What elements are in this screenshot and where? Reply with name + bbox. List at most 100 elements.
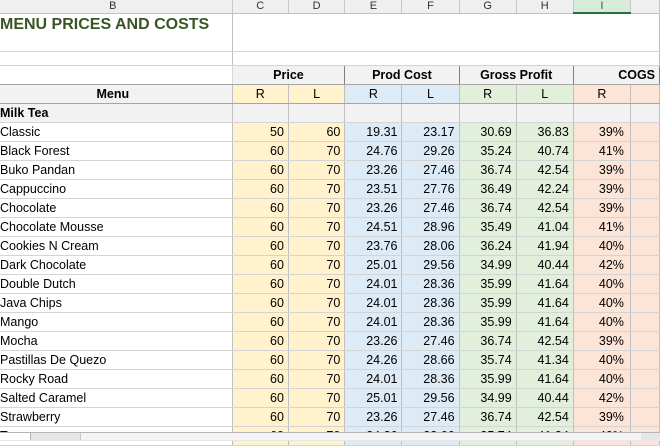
cogs-l-header[interactable] [630,84,660,104]
cost-l-cell[interactable]: 23.17 [401,122,460,142]
price-l-cell[interactable]: 70 [288,293,346,313]
gp-l-cell[interactable]: 42.54 [516,160,574,180]
gp-r-cell[interactable]: 36.74 [459,198,517,218]
column-header-h[interactable]: H [516,0,574,14]
menu-item-name-cell[interactable]: Black Forest [0,141,233,161]
cogs-r-cell[interactable]: 40% [573,369,631,389]
cost-r-cell[interactable]: 23.26 [344,198,403,218]
cogs-r-cell[interactable]: 39% [573,331,631,351]
menu-item-name-cell[interactable]: Double Dutch [0,274,233,294]
menu-item-name-cell[interactable]: Classic [0,122,233,142]
menu-item-name-cell[interactable]: Cappuccino [0,179,233,199]
price-l-header[interactable]: L [288,84,346,104]
cost-l-cell[interactable]: 27.46 [401,198,460,218]
cogs-l-cell[interactable] [630,198,660,218]
price-r-cell[interactable]: 60 [232,350,289,370]
cogs-l-cell[interactable] [630,312,660,332]
gp-r-cell[interactable]: 35.99 [459,369,517,389]
cost-l-cell[interactable]: 28.66 [401,350,460,370]
price-r-cell[interactable]: 60 [232,236,289,256]
gp-r-cell[interactable]: 35.49 [459,217,517,237]
gp-r-cell[interactable]: 35.99 [459,312,517,332]
cogs-l-cell[interactable] [630,369,660,389]
column-header-f[interactable]: F [401,0,460,14]
column-header-e[interactable]: E [344,0,403,14]
menu-item-name-cell[interactable]: Mango [0,312,233,332]
cogs-r-header[interactable]: R [573,84,631,104]
price-group-header[interactable]: Price [232,64,346,85]
menu-item-name-cell[interactable]: Chocolate Mousse [0,217,233,237]
blank-cell[interactable] [232,51,660,66]
cogs-l-cell[interactable] [630,236,660,256]
cost-r-cell[interactable]: 24.76 [344,141,403,161]
cost-l-cell[interactable]: 28.06 [401,236,460,256]
price-l-cell[interactable]: 70 [288,255,346,275]
price-r-cell[interactable]: 60 [232,179,289,199]
cogs-r-cell[interactable]: 40% [573,236,631,256]
cogs-l-cell[interactable] [630,388,660,408]
column-header-c[interactable]: C [232,0,289,14]
cost-r-cell[interactable]: 24.01 [344,312,403,332]
gp-r-cell[interactable]: 35.24 [459,141,517,161]
cost-l-cell[interactable]: 27.76 [401,179,460,199]
blank-cell[interactable] [344,103,403,123]
menu-item-name-cell[interactable]: Salted Caramel [0,388,233,408]
menu-item-name-cell[interactable]: Chocolate [0,198,233,218]
price-r-cell[interactable]: 60 [232,160,289,180]
gp-r-cell[interactable]: 30.69 [459,122,517,142]
price-l-cell[interactable]: 70 [288,407,346,427]
gp-r-cell[interactable]: 36.74 [459,331,517,351]
gp-l-cell[interactable]: 40.44 [516,388,574,408]
cost-l-cell[interactable]: 28.36 [401,274,460,294]
gp-l-cell[interactable]: 36.83 [516,122,574,142]
cost-r-cell[interactable]: 19.31 [344,122,403,142]
gp-l-cell[interactable]: 41.64 [516,369,574,389]
gp-l-cell[interactable]: 41.04 [516,217,574,237]
cogs-r-cell[interactable]: 40% [573,293,631,313]
cost-r-cell[interactable]: 25.01 [344,255,403,275]
cost-r-cell[interactable]: 24.01 [344,293,403,313]
cost-l-cell[interactable]: 28.36 [401,369,460,389]
cogs-l-cell[interactable] [630,255,660,275]
cost-l-cell[interactable]: 29.56 [401,255,460,275]
cost-r-cell[interactable]: 24.51 [344,217,403,237]
spreadsheet-grid[interactable]: B C D E F G H I MENU PRICES AND COSTS Pr… [0,0,660,446]
column-header-g[interactable]: G [459,0,517,14]
blank-cell[interactable] [516,103,574,123]
cogs-l-cell[interactable] [630,293,660,313]
cogs-r-cell[interactable]: 39% [573,407,631,427]
gp-l-header[interactable]: L [516,84,574,104]
cost-r-cell[interactable]: 25.01 [344,388,403,408]
blank-cell[interactable] [459,103,517,123]
blank-cell[interactable] [630,103,660,123]
price-r-cell[interactable]: 60 [232,293,289,313]
horizontal-scrollbar[interactable] [80,433,641,440]
cogs-l-cell[interactable] [630,331,660,351]
gp-r-cell[interactable]: 34.99 [459,388,517,408]
price-r-cell[interactable]: 60 [232,388,289,408]
price-l-cell[interactable]: 70 [288,198,346,218]
prod-cost-group-header[interactable]: Prod Cost [344,64,460,85]
sheet-title[interactable]: MENU PRICES AND COSTS [0,13,233,52]
menu-item-name-cell[interactable]: Buko Pandan [0,160,233,180]
category-label[interactable]: Milk Tea [0,103,233,123]
price-r-cell[interactable]: 60 [232,407,289,427]
gp-l-cell[interactable]: 41.64 [516,312,574,332]
gp-l-cell[interactable]: 42.54 [516,407,574,427]
price-l-cell[interactable]: 70 [288,350,346,370]
blank-cell[interactable] [0,64,233,85]
cost-l-cell[interactable]: 29.26 [401,141,460,161]
column-header-b[interactable]: B [0,0,233,14]
price-l-cell[interactable]: 70 [288,388,346,408]
title-blank-cell[interactable] [232,13,660,52]
cogs-l-cell[interactable] [630,274,660,294]
cost-l-cell[interactable]: 27.46 [401,331,460,351]
menu-item-name-cell[interactable]: Pastillas De Quezo [0,350,233,370]
cogs-r-cell[interactable]: 40% [573,312,631,332]
cogs-r-cell[interactable]: 39% [573,179,631,199]
cogs-l-cell[interactable] [630,350,660,370]
gp-r-cell[interactable]: 34.99 [459,255,517,275]
cogs-r-cell[interactable]: 41% [573,141,631,161]
price-r-header[interactable]: R [232,84,289,104]
column-header-j[interactable] [630,0,660,14]
